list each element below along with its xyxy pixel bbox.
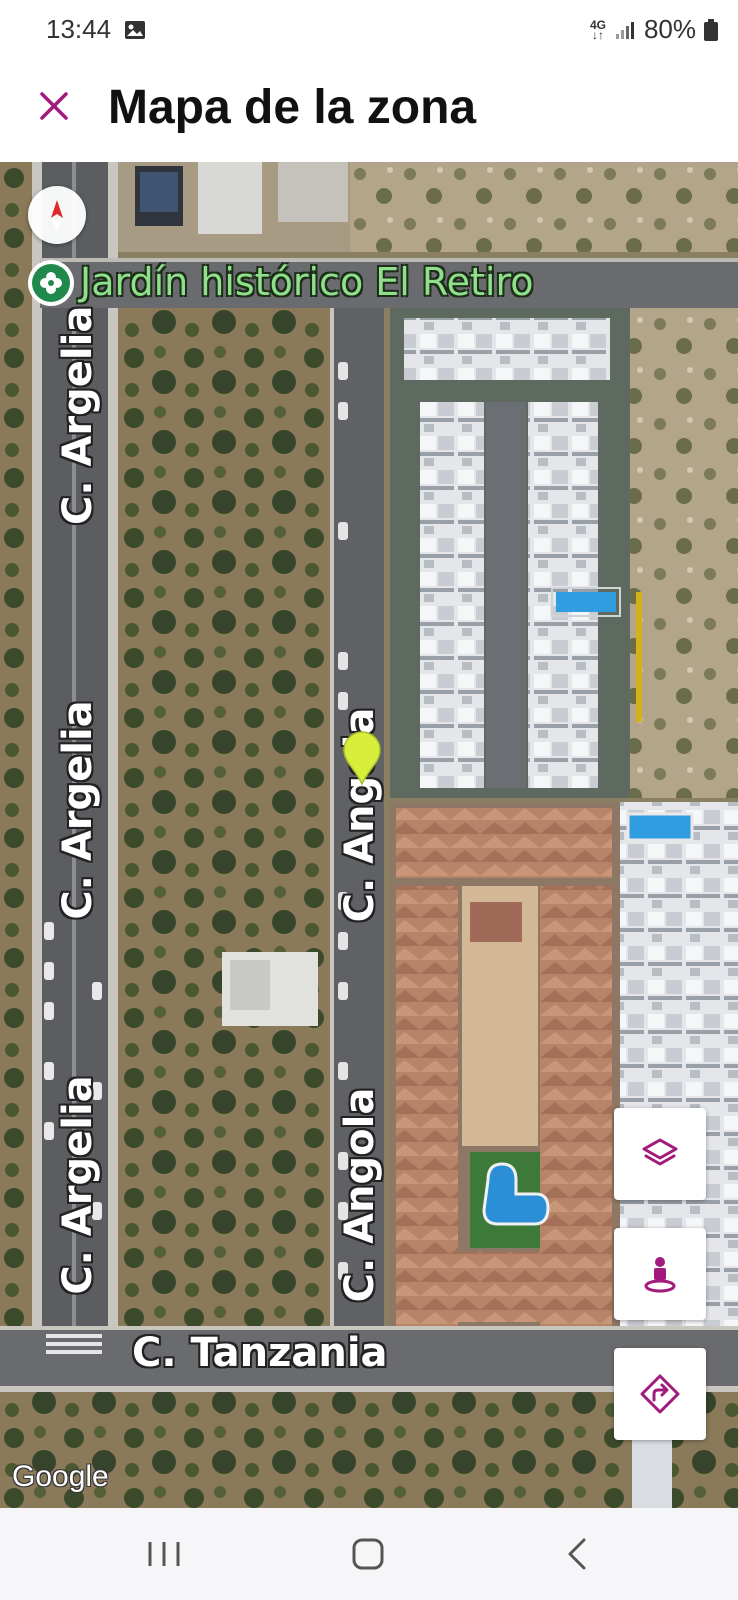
street-view-icon xyxy=(644,1257,676,1293)
garden-icon[interactable] xyxy=(28,260,74,306)
google-attribution: Google xyxy=(12,1460,109,1493)
battery-percent: 80% xyxy=(643,14,696,44)
signal-icon xyxy=(615,21,634,39)
street-label-argelia-3: C. Argelia xyxy=(55,1075,101,1295)
home-icon[interactable] xyxy=(346,1534,390,1574)
system-nav-bar xyxy=(0,1508,738,1600)
compass-icon[interactable] xyxy=(28,186,86,244)
network-label: 4G xyxy=(589,17,606,32)
poi-label[interactable]: Jardín histórico El Retiro xyxy=(80,260,534,304)
recent-apps-icon[interactable] xyxy=(142,1534,186,1574)
status-time: 13:44 xyxy=(46,14,112,44)
status-bar: 13:44 4G ↓↑ 80% xyxy=(0,0,738,60)
directions-icon xyxy=(640,1374,680,1414)
network-type: 4G ↓↑ xyxy=(589,17,606,42)
back-icon[interactable] xyxy=(556,1534,600,1574)
satellite-map[interactable]: Jardín histórico El Retiro C. Argelia C.… xyxy=(0,162,738,1508)
street-label-angola-2: C. Angola xyxy=(337,1087,383,1303)
image-icon xyxy=(125,21,145,39)
app-header: Mapa de la zona xyxy=(0,60,738,162)
status-indicators: 4G ↓↑ 80% xyxy=(590,14,718,45)
location-marker-icon[interactable] xyxy=(342,730,382,786)
page-title: Mapa de la zona xyxy=(108,81,477,134)
layers-icon xyxy=(642,1138,678,1166)
street-label-argelia-2: C. Argelia xyxy=(55,700,101,920)
street-label-argelia-1: C. Argelia xyxy=(55,305,101,525)
street-label-tanzania: C. Tanzania xyxy=(132,1330,388,1376)
street-view-button[interactable] xyxy=(614,1228,706,1320)
layers-button[interactable] xyxy=(614,1108,706,1200)
directions-button[interactable] xyxy=(614,1348,706,1440)
battery-icon xyxy=(704,18,718,41)
close-icon[interactable] xyxy=(32,84,76,128)
